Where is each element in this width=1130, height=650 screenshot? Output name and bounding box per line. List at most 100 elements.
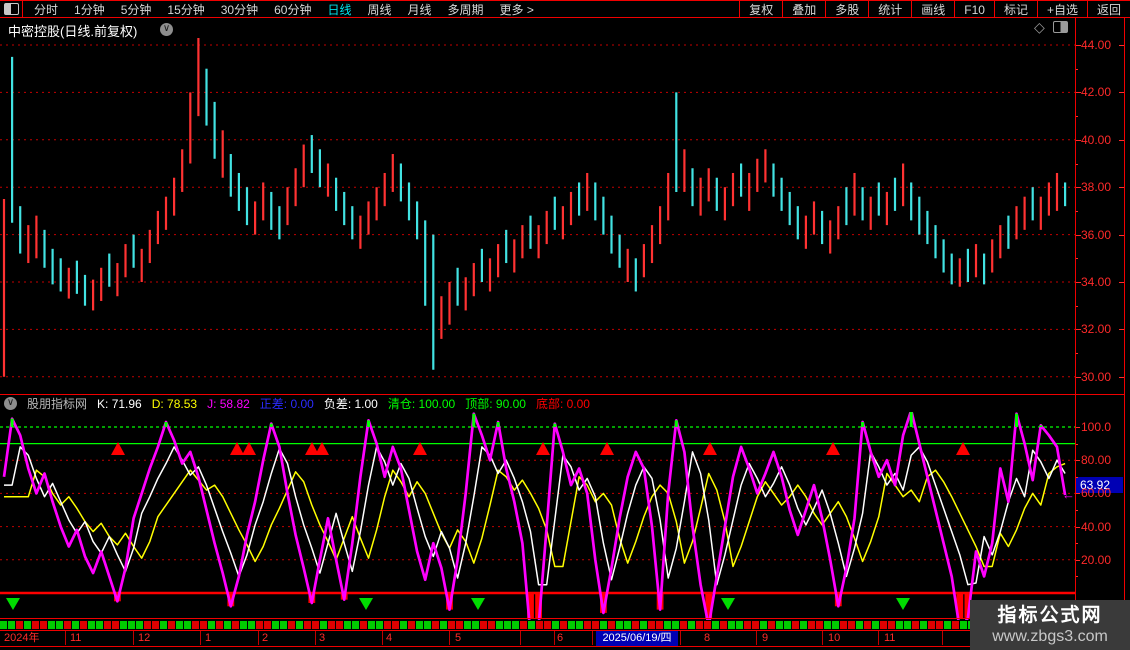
signal-block [408, 621, 415, 629]
panel-layout-icon[interactable] [1053, 21, 1068, 33]
signal-block [520, 621, 527, 629]
candlestick-svg [0, 38, 1075, 394]
period-tabs: 分时1分钟5分钟15分钟30分钟60分钟日线周线月线多周期更多 > [26, 1, 542, 17]
signal-block [448, 621, 455, 629]
signal-block [464, 621, 471, 629]
period-tab-6[interactable]: 日线 [319, 1, 359, 18]
signal-block [192, 621, 199, 629]
date-label: 2 [262, 632, 268, 645]
date-tick [554, 631, 555, 645]
signal-block [688, 621, 695, 629]
signal-block [608, 621, 615, 629]
signal-block [584, 621, 591, 629]
signal-block [40, 621, 47, 629]
signal-block [736, 621, 743, 629]
indicator-field-4: 负差: 1.00 [324, 395, 378, 412]
period-tab-0[interactable]: 分时 [26, 1, 66, 18]
signal-block [224, 621, 231, 629]
signal-block [320, 621, 327, 629]
menu-item-0[interactable]: 复权 [739, 1, 782, 17]
signal-block [200, 621, 207, 629]
signal-block [504, 621, 511, 629]
menu-item-7[interactable]: +自选 [1037, 1, 1087, 17]
signal-block [744, 621, 751, 629]
signal-block [344, 621, 351, 629]
signal-block [728, 621, 735, 629]
signal-block [952, 621, 959, 629]
signal-block [624, 621, 631, 629]
signal-block [64, 621, 71, 629]
signal-block [472, 621, 479, 629]
signal-block [120, 621, 127, 629]
toolbar-menu: 复权叠加多股统计画线F10标记+自选返回 [739, 1, 1130, 17]
signal-block [640, 621, 647, 629]
signal-block [56, 621, 63, 629]
menu-item-5[interactable]: F10 [954, 1, 994, 17]
period-tab-8[interactable]: 月线 [400, 1, 440, 18]
menu-item-8[interactable]: 返回 [1087, 1, 1130, 17]
signal-block [32, 621, 39, 629]
date-label: 11 [70, 632, 81, 645]
signal-block [96, 621, 103, 629]
date-label: 12 [138, 632, 150, 645]
period-tab-1[interactable]: 1分钟 [66, 1, 113, 18]
period-tab-2[interactable]: 5分钟 [113, 1, 160, 18]
date-label: 5 [455, 632, 461, 645]
menu-item-6[interactable]: 标记 [994, 1, 1037, 17]
axis-right-border [1124, 18, 1125, 646]
signal-block [240, 621, 247, 629]
signal-block [880, 621, 887, 629]
signal-block [488, 621, 495, 629]
signal-block [104, 621, 111, 629]
period-tab-4[interactable]: 30分钟 [213, 1, 266, 18]
period-tab-5[interactable]: 60分钟 [266, 1, 319, 18]
signal-block [712, 621, 719, 629]
period-tab-3[interactable]: 15分钟 [159, 1, 212, 18]
signal-block [416, 621, 423, 629]
candlestick-chart[interactable] [0, 38, 1075, 394]
period-tab-7[interactable]: 周线 [359, 1, 399, 18]
date-axis: 2024年11121234568910112025/06/19/四 [0, 631, 1125, 646]
indicator-chart[interactable]: ← [0, 412, 1075, 620]
diamond-icon[interactable]: ◇ [1034, 20, 1045, 34]
date-tick [200, 631, 201, 645]
layout-toggle-button[interactable] [0, 1, 23, 17]
signal-block [720, 621, 727, 629]
indicator-name: 股朋指标网 [27, 395, 87, 412]
signal-block [576, 621, 583, 629]
signal-block [848, 621, 855, 629]
menu-item-1[interactable]: 叠加 [782, 1, 825, 17]
indicator-svg: ← [0, 412, 1075, 620]
signal-block [896, 621, 903, 629]
chevron-down-icon[interactable]: ∨ [160, 23, 173, 36]
date-label: 3 [319, 632, 325, 645]
signal-block [376, 621, 383, 629]
signal-block [48, 621, 55, 629]
menu-item-4[interactable]: 画线 [911, 1, 954, 17]
date-tick [315, 631, 316, 645]
date-tick [942, 631, 943, 645]
indicator-chevron-icon[interactable]: ∨ [4, 397, 17, 410]
signal-block [264, 621, 271, 629]
indicator-bottom-border [0, 618, 1125, 619]
date-tick [382, 631, 383, 645]
signal-block [8, 621, 15, 629]
signal-block [944, 621, 951, 629]
date-tick [520, 631, 521, 645]
signal-block [792, 621, 799, 629]
period-tab-9[interactable]: 多周期 [440, 1, 492, 18]
signal-block [592, 621, 599, 629]
menu-item-3[interactable]: 统计 [868, 1, 911, 17]
period-tab-10[interactable]: 更多 > [492, 1, 542, 18]
menu-item-2[interactable]: 多股 [825, 1, 868, 17]
price-axis: 44.0042.0040.0038.0036.0034.0032.0030.00 [1075, 18, 1125, 394]
signal-block [176, 621, 183, 629]
buy-marker [6, 598, 20, 610]
date-label: 10 [828, 632, 840, 645]
signal-block [392, 621, 399, 629]
signal-block [536, 621, 543, 629]
date-label: 6 [557, 632, 563, 645]
signal-block [568, 621, 575, 629]
signal-block [816, 621, 823, 629]
signal-block [656, 621, 663, 629]
